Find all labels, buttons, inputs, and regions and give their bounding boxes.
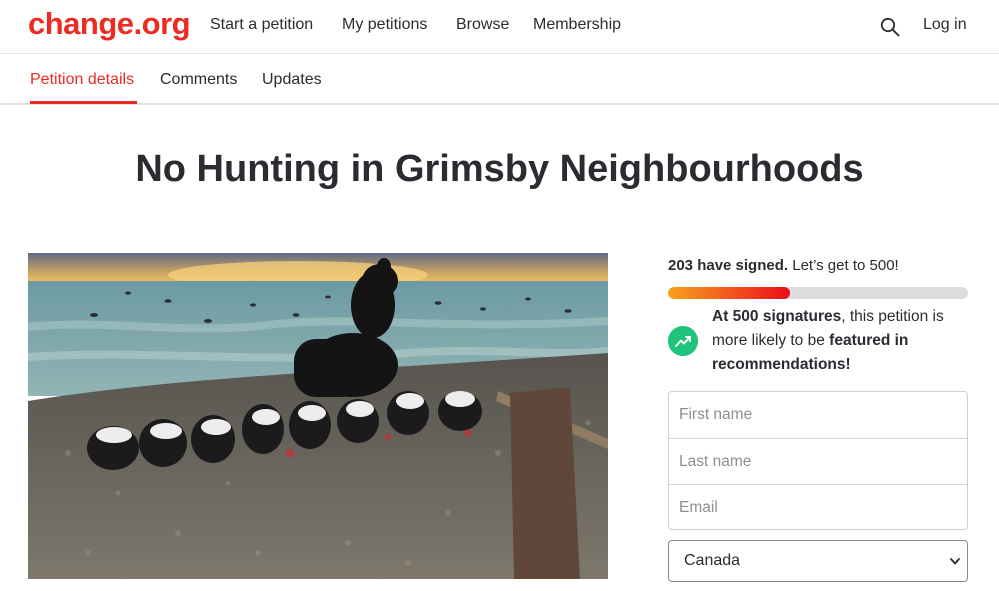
search-icon[interactable] <box>880 17 900 37</box>
tab-updates[interactable]: Updates <box>262 71 322 89</box>
nav-membership[interactable]: Membership <box>533 16 621 34</box>
signature-count: 203 have signed. Let’s get to 500! <box>668 257 899 274</box>
tab-petition-details[interactable]: Petition details <box>30 71 134 89</box>
milestone-message: At 500 signatures, this petition is more… <box>712 305 968 377</box>
petition-tabs: Petition details Comments Updates <box>0 55 999 105</box>
signature-progress-fill <box>668 287 790 299</box>
chevron-down-icon <box>950 558 960 565</box>
signature-goal-text: Let’s get to 500! <box>788 257 899 274</box>
nav-browse[interactable]: Browse <box>456 16 509 34</box>
trending-up-icon <box>668 326 698 356</box>
change-org-logo[interactable]: change.org <box>28 6 191 42</box>
tab-comments[interactable]: Comments <box>160 71 237 89</box>
signature-count-strong: 203 have signed. <box>668 257 789 274</box>
petition-title: No Hunting in Grimsby Neighbourhoods <box>135 148 864 190</box>
milestone-strong-count: At 500 signatures <box>712 308 842 325</box>
login-link[interactable]: Log in <box>923 16 967 34</box>
petition-photo <box>28 253 608 579</box>
petition-photo-illustration <box>28 253 608 579</box>
top-navigation: change.org Start a petition My petitions… <box>0 0 999 54</box>
country-select[interactable]: Canada <box>668 540 968 582</box>
nav-my-petitions[interactable]: My petitions <box>342 16 427 34</box>
active-tab-indicator <box>30 101 137 104</box>
nav-start-petition[interactable]: Start a petition <box>210 16 313 34</box>
email-field[interactable] <box>669 485 967 531</box>
signature-progress-bar <box>668 287 968 299</box>
last-name-field[interactable] <box>669 439 967 485</box>
sign-form <box>668 391 968 531</box>
first-name-field[interactable] <box>669 392 967 438</box>
country-select-value: Canada <box>684 552 741 569</box>
